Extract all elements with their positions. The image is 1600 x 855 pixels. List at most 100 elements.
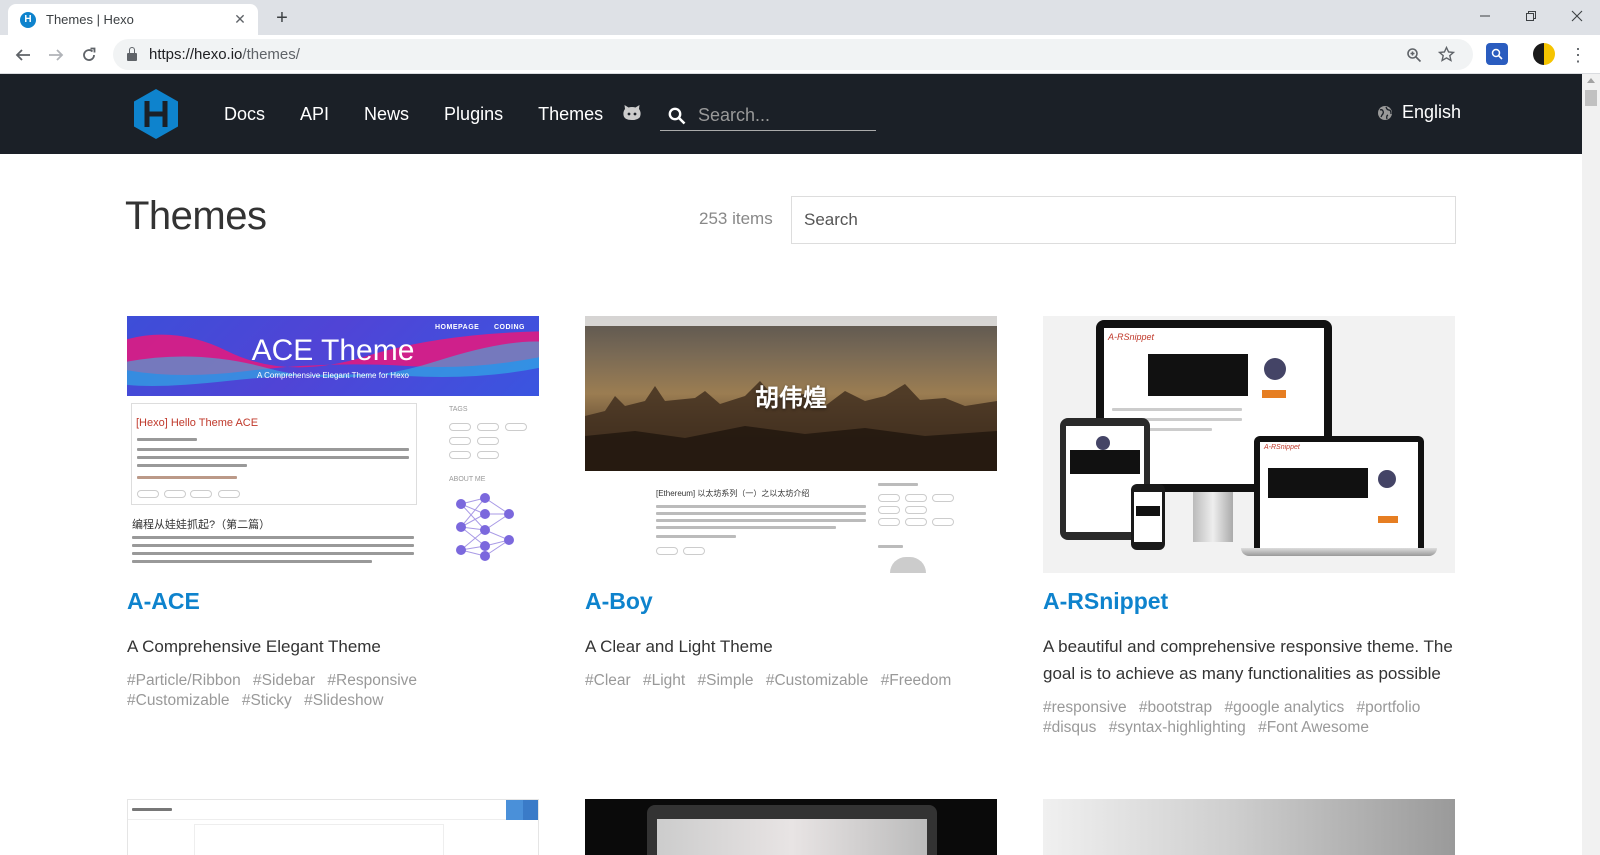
address-bar[interactable]: https://hexo.io/themes/ <box>113 39 1473 70</box>
browser-tab-bar: H Themes | Hexo ✕ + <box>0 0 1600 35</box>
new-tab-plus-icon[interactable]: + <box>270 6 294 30</box>
nav-api[interactable]: API <box>300 104 329 125</box>
reload-icon[interactable] <box>76 42 102 68</box>
tag-pill <box>505 423 527 431</box>
theme-tag[interactable]: #bootstrap <box>1139 699 1212 716</box>
theme-tag[interactable]: #Simple <box>698 672 754 689</box>
nav-docs[interactable]: Docs <box>224 104 265 125</box>
theme-thumbnail-row2-2[interactable] <box>585 799 997 855</box>
nav-themes[interactable]: Themes <box>538 104 603 125</box>
text-line <box>656 519 866 522</box>
theme-tag[interactable]: #Clear <box>585 672 631 689</box>
thumbnail-post2-title: 编程从娃娃抓起?（第二篇） <box>132 519 271 531</box>
theme-tag[interactable]: #Slideshow <box>304 692 383 709</box>
theme-tag[interactable]: #Customizable <box>127 692 230 709</box>
theme-thumbnail-row2-3[interactable] <box>1043 799 1455 855</box>
author-avatar <box>890 557 926 573</box>
theme-thumbnail-row2-1[interactable] <box>127 799 539 855</box>
text-line <box>1112 408 1242 411</box>
theme-tag[interactable]: #Freedom <box>881 672 952 689</box>
language-selector[interactable]: English <box>1377 102 1461 123</box>
thumbnail-body: [Ethereum] 以太坊系列（一）之以太坊介绍 <box>585 471 997 573</box>
theme-tags: #responsive #bootstrap #google analytics… <box>1043 698 1455 738</box>
hexo-favicon-icon: H <box>20 11 36 28</box>
profile-avatar-icon[interactable] <box>1533 43 1555 65</box>
theme-tag[interactable]: #disqus <box>1043 719 1096 736</box>
theme-thumbnail[interactable]: HOMEPAGE CODING ACE Theme A Comprehensiv… <box>127 316 539 573</box>
theme-title-link[interactable]: A-Boy <box>585 588 997 615</box>
tag-pill <box>218 490 240 498</box>
theme-thumbnail[interactable]: A-RSnippet A-RSnippet <box>1043 316 1455 573</box>
theme-tag[interactable]: #Customizable <box>766 672 869 689</box>
text-line <box>132 536 414 539</box>
theme-tag[interactable]: #Responsive <box>327 672 417 689</box>
phone-device <box>1131 484 1165 550</box>
badge <box>1262 390 1286 398</box>
hexo-logo-icon[interactable] <box>132 88 180 140</box>
text-line <box>137 464 247 467</box>
thumbnail-hero-name: 胡伟煌 <box>755 385 827 412</box>
nav-plugins[interactable]: Plugins <box>444 104 503 125</box>
tag-pill <box>164 490 186 498</box>
tag-pill <box>932 494 954 502</box>
github-icon[interactable] <box>621 103 643 125</box>
forward-arrow-icon[interactable] <box>43 42 69 68</box>
theme-count: 253 items <box>699 209 773 228</box>
theme-search-input[interactable] <box>791 196 1456 244</box>
zoom-icon[interactable] <box>1401 42 1427 68</box>
bookmark-star-icon[interactable] <box>1433 42 1459 68</box>
thumbnail-nav: HOMEPAGE CODING <box>435 324 525 331</box>
tag-pill <box>137 490 159 498</box>
theme-tag[interactable]: #syntax-highlighting <box>1109 719 1246 736</box>
thumbnail-header-bar <box>128 800 538 820</box>
theme-tag[interactable]: #Sidebar <box>253 672 315 689</box>
tag-pill <box>905 506 927 514</box>
site-header: Docs API News Plugins Themes English <box>0 74 1582 154</box>
thumbnail-brand: A-RSnippet <box>1264 444 1300 451</box>
tag-pill <box>477 451 499 459</box>
header-search-input[interactable] <box>698 105 868 126</box>
thumbnail-tags-heading: TAGS <box>449 406 468 413</box>
tag-pill <box>932 518 954 526</box>
screen-banner <box>1070 450 1140 474</box>
tab-title: Themes | Hexo <box>46 12 134 27</box>
theme-tag[interactable]: #google analytics <box>1224 699 1344 716</box>
theme-description: A Comprehensive Elegant Theme <box>127 637 381 656</box>
theme-description: A Clear and Light Theme <box>585 637 773 656</box>
browser-tab[interactable]: H Themes | Hexo ✕ <box>8 4 258 35</box>
restore-window-icon[interactable] <box>1508 0 1554 32</box>
tag-pill <box>905 494 927 502</box>
thumbnail-body: [Hexo] Hello Theme ACE 编程从娃娃抓起?（第二篇） TAG <box>127 396 539 573</box>
theme-tag[interactable]: #Light <box>643 672 685 689</box>
page-scrollbar[interactable] <box>1582 74 1600 855</box>
tag-pill <box>477 437 499 445</box>
theme-tag[interactable]: #Font Awesome <box>1258 719 1369 736</box>
url-text: https://hexo.io/themes/ <box>149 46 300 63</box>
minimize-window-icon[interactable] <box>1462 0 1508 32</box>
close-window-icon[interactable] <box>1554 0 1600 32</box>
page-viewport: Docs API News Plugins Themes English The… <box>0 74 1582 855</box>
theme-title-link[interactable]: A-RSnippet <box>1043 588 1455 615</box>
scroll-thumb[interactable] <box>1585 90 1597 106</box>
avatar <box>1378 470 1396 488</box>
theme-tag[interactable]: #responsive <box>1043 699 1127 716</box>
more-menu-icon[interactable]: ⋮ <box>1568 42 1588 68</box>
scroll-up-arrow-icon[interactable] <box>1587 78 1595 83</box>
thumbnail-device <box>647 805 937 855</box>
screen-banner <box>1136 506 1160 516</box>
theme-thumbnail[interactable]: 胡伟煌 [Ethereum] 以太坊系列（一）之以太坊介绍 <box>585 316 997 573</box>
header-search[interactable] <box>660 101 876 131</box>
theme-tag[interactable]: #Particle/Ribbon <box>127 672 241 689</box>
back-arrow-icon[interactable] <box>10 42 36 68</box>
laptop-device: A-RSnippet <box>1254 436 1424 548</box>
theme-tag[interactable]: #portfolio <box>1357 699 1421 716</box>
theme-description: A beautiful and comprehensive responsive… <box>1043 637 1453 683</box>
theme-title-link[interactable]: A-ACE <box>127 588 539 615</box>
theme-tag[interactable]: #Sticky <box>242 692 292 709</box>
screen-banner <box>1148 354 1248 396</box>
nav-news[interactable]: News <box>364 104 409 125</box>
extension-icon[interactable] <box>1486 43 1508 65</box>
thumbnail-banner-title: ACE Theme <box>251 334 415 367</box>
tag-pill <box>878 494 900 502</box>
tab-close-icon[interactable]: ✕ <box>232 11 248 28</box>
